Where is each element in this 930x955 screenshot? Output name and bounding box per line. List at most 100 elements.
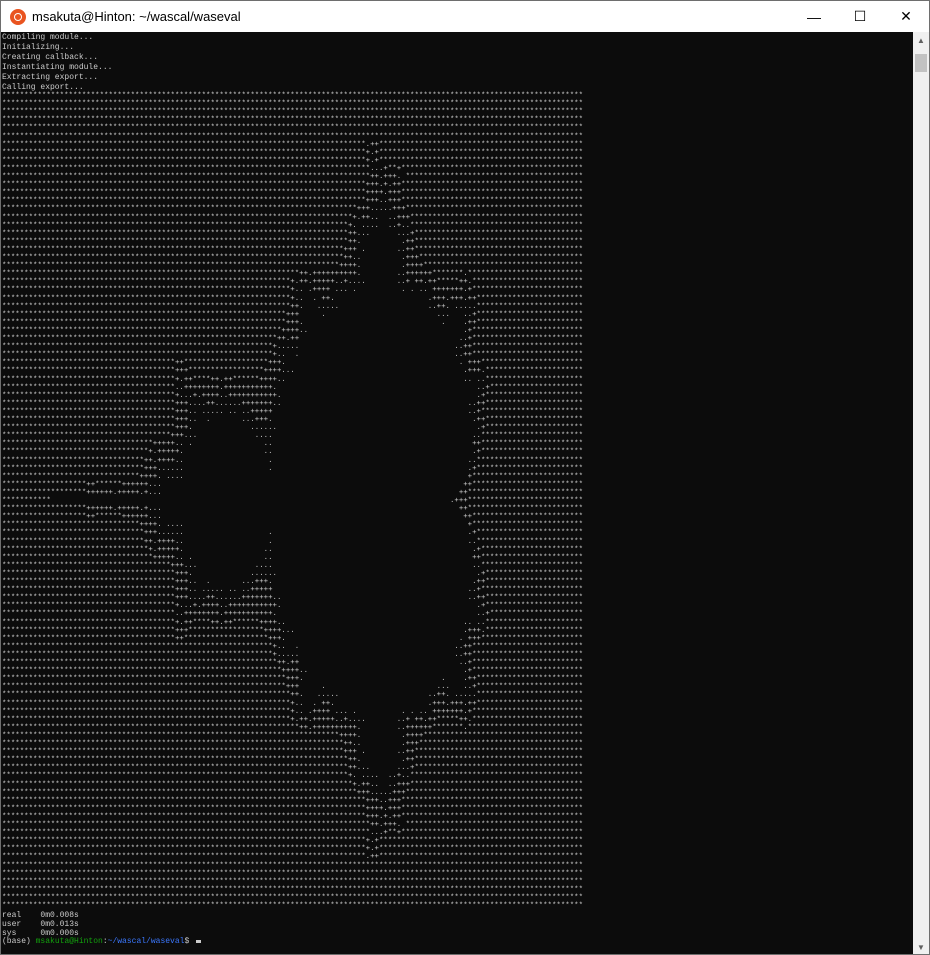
art-row: ****************************************… [2,715,583,724]
art-row: ****************************************… [2,173,583,181]
art-row: ****************************************… [2,302,583,311]
art-row: ****************************************… [2,205,583,214]
art-row: ***************************************+… [2,407,583,416]
art-row: ***************************************+… [2,375,583,384]
art-row: ***************************************+… [2,586,583,595]
art-row: ****************************************… [2,270,583,279]
art-row: ****************************************… [2,156,583,165]
art-row: ****************************************… [2,902,583,910]
ubuntu-icon [10,8,26,25]
art-row: ***************************************+… [2,569,583,578]
art-row: ****************************************… [2,788,583,797]
art-row: ****************************************… [2,343,583,352]
log-line: Calling export... [2,83,84,92]
art-row: ****************************************… [2,683,583,692]
art-row: ****************************************… [2,691,583,700]
scroll-thumb[interactable] [915,54,927,72]
scroll-down-icon[interactable]: ▼ [913,939,929,954]
timing-label: real [2,911,41,920]
art-row: ****************************************… [2,213,583,222]
art-row: *********** .+++************************… [2,497,583,505]
art-row: ****************************************… [2,140,583,149]
close-button[interactable]: ✕ [883,1,929,32]
prompt-symbol: $ [184,937,195,946]
art-row: ****************************************… [2,812,583,821]
art-row: ****************************************… [2,731,583,740]
art-row: *******************************++++. ...… [2,472,583,481]
art-row: ****************************************… [2,221,583,230]
art-row: ****************************************… [2,748,583,757]
art-row: ****************************************… [2,335,583,343]
art-row: ***************************************+… [2,416,583,424]
art-row: ****************************************… [2,318,583,327]
log-line: Compiling module... [2,33,94,42]
art-row: ****************************************… [2,189,583,198]
art-row: ***************************************+… [2,367,583,376]
art-row: ****************************************… [2,659,583,667]
art-row: ***************************************+… [2,578,583,586]
text-cursor [196,940,202,943]
art-row: *******************++******++++++... ++*… [2,513,583,522]
art-row: ****************************************… [2,148,583,157]
art-row: ***************************************.… [2,610,583,619]
art-row: ****************************************… [2,124,583,133]
art-row: **********************************+++++.… [2,553,583,562]
art-row: ****************************************… [2,197,583,206]
art-row: ***************************************+… [2,602,583,611]
art-row: ****************************************… [2,326,583,335]
art-row: ****************************************… [2,108,583,117]
scroll-up-icon[interactable]: ▲ [913,32,929,48]
art-row: ****************************************… [2,740,583,748]
timing-line: user 0m0.013s [2,921,79,929]
art-row: ****************************************… [2,675,583,684]
art-row: *******************************++++. ...… [2,521,583,530]
art-row: ****************************************… [2,245,583,254]
log-line: Instantiating module... [2,63,113,72]
art-row: ****************************************… [2,100,583,109]
timing-line: real 0m0.008s [2,912,79,920]
art-row: *******************++++++.+++++.+... ++*… [2,505,583,514]
art-row: ****************************************… [2,164,583,173]
art-row: ****************************************… [2,286,583,295]
art-row: ****************************************… [2,181,583,190]
art-row: ****************************************… [2,764,583,773]
prompt-user-host: msakuta@Hinton [35,937,103,946]
vertical-scrollbar[interactable]: ▲ ▼ [913,32,929,954]
shell-prompt[interactable]: (base) msakuta@Hinton:~/wascal/waseval$ [2,937,202,946]
art-row: ****************************************… [2,829,583,838]
art-row: ****************************************… [2,893,583,902]
art-row: ***************************************+… [2,634,583,643]
art-row: **************************************++… [2,432,583,441]
timing-value: 0m0.008s [40,911,79,920]
title-bar[interactable]: msakuta@Hinton: ~/wascal/waseval — ☐ ✕ [1,1,929,32]
prompt-env: (base) [2,937,36,946]
minimize-button[interactable]: — [791,1,837,32]
timing-value: 0m0.013s [40,920,79,929]
art-row: ****************************************… [2,650,583,659]
art-row: ****************************************… [2,132,583,141]
terminal-output[interactable]: Compiling module... Initializing... Creati… [1,32,913,954]
window-controls: — ☐ ✕ [791,1,929,32]
art-row: ********************************+++.....… [2,464,583,473]
terminal-window: msakuta@Hinton: ~/wascal/waseval — ☐ ✕ C… [0,0,930,955]
art-row: ****************************************… [2,254,583,262]
art-row: **************************************++… [2,561,583,570]
maximize-button[interactable]: ☐ [837,1,883,32]
art-row: ***************************************+… [2,391,583,400]
art-row: ****************************************… [2,845,583,854]
log-line: Extracting export... [2,73,99,82]
art-row: ***************************************.… [2,383,583,392]
art-row: ****************************************… [2,667,583,676]
art-row: ****************************************… [2,869,583,878]
window-title: msakuta@Hinton: ~/wascal/waseval [32,9,241,24]
art-row: ****************************************… [2,92,583,100]
art-row: ****************************************… [2,861,583,870]
art-row: ****************************************… [2,772,583,781]
art-row: ********************************++.++++.… [2,456,583,465]
art-row: ****************************************… [2,756,583,765]
art-row: *******************++******++++++... ++*… [2,480,583,489]
log-line: Creating callback... [2,53,99,62]
art-row: ****************************************… [2,310,583,319]
art-row: ***************************************+… [2,359,583,368]
art-row: ***************************************+… [2,626,583,635]
